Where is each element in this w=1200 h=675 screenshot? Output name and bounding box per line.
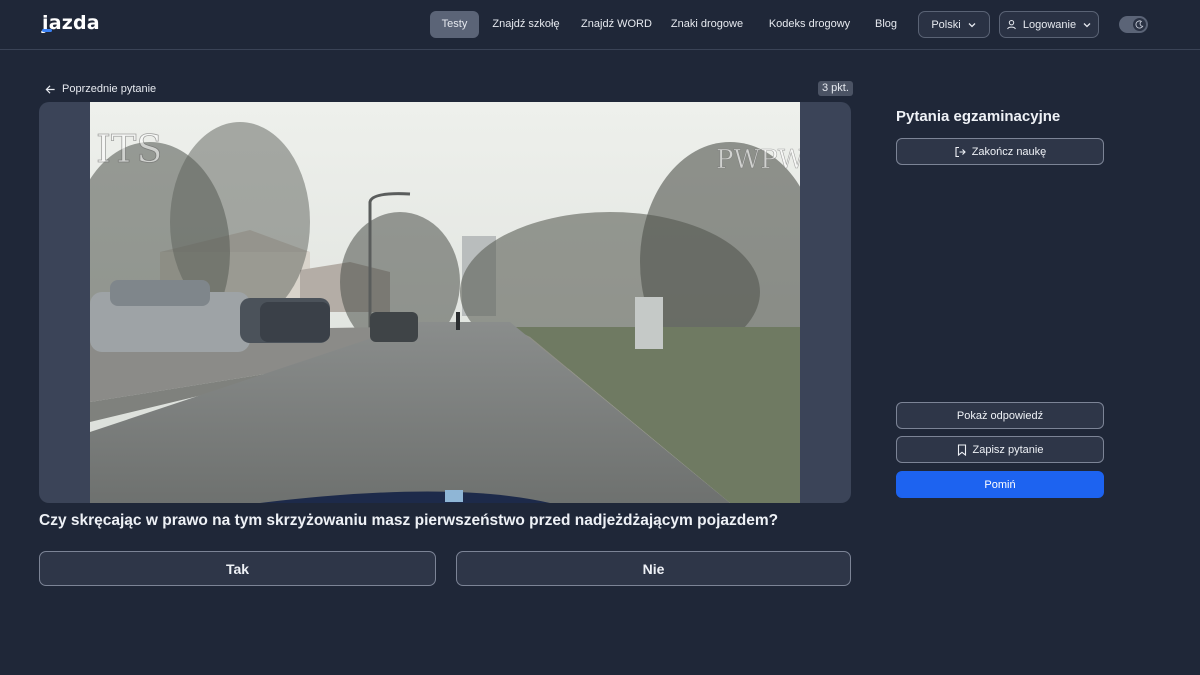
nav-item-find-school[interactable]: Znajdź szkołę bbox=[484, 11, 568, 38]
login-label: Logowanie bbox=[1022, 18, 1077, 31]
skip-label: Pomiń bbox=[984, 478, 1016, 491]
answer-yes-button[interactable]: Tak bbox=[39, 551, 436, 586]
answer-yes-label: Tak bbox=[225, 560, 250, 577]
previous-question-link[interactable]: Poprzednie pytanie bbox=[45, 81, 156, 97]
moon-icon bbox=[1135, 20, 1144, 29]
question-video[interactable]: ITS PWPW bbox=[90, 102, 800, 503]
save-question-label: Zapisz pytanie bbox=[972, 443, 1044, 456]
nav-item-find-word[interactable]: Znajdź WORD bbox=[575, 11, 658, 38]
finish-learning-button[interactable]: Zakończ naukę bbox=[896, 138, 1104, 165]
top-navigation-bar: jazda Testy Znajdź szkołę Znajdź WORD Zn… bbox=[0, 0, 1200, 50]
nav-item-blog[interactable]: Blog bbox=[870, 11, 902, 38]
login-dropdown[interactable]: Logowanie bbox=[999, 11, 1099, 38]
points-badge: 3 pkt. bbox=[818, 81, 853, 96]
save-question-button[interactable]: Zapisz pytanie bbox=[896, 436, 1104, 463]
chevron-down-icon bbox=[1083, 22, 1091, 27]
finish-learning-label: Zakończ naukę bbox=[971, 145, 1047, 158]
nav-item-road-signs[interactable]: Znaki drogowe bbox=[667, 11, 747, 38]
theme-toggle-knob bbox=[1133, 18, 1146, 31]
show-answer-label: Pokaż odpowiedź bbox=[956, 409, 1044, 422]
road-scene-image: ITS PWPW bbox=[90, 102, 800, 503]
skip-button[interactable]: Pomiń bbox=[896, 471, 1104, 498]
show-answer-button[interactable]: Pokaż odpowiedź bbox=[896, 402, 1104, 429]
previous-question-label: Poprzednie pytanie bbox=[62, 83, 157, 95]
question-text: Czy skręcając w prawo na tym skrzyżowani… bbox=[39, 512, 779, 529]
svg-text:PWPW: PWPW bbox=[716, 145, 800, 175]
svg-text:ITS: ITS bbox=[96, 127, 162, 171]
sidebar-title: Pytania egzaminacyjne bbox=[896, 108, 1061, 125]
answer-no-label: Nie bbox=[642, 560, 665, 577]
answer-no-button[interactable]: Nie bbox=[456, 551, 851, 586]
its-watermark: ITS bbox=[96, 127, 163, 172]
theme-toggle[interactable] bbox=[1119, 16, 1148, 33]
chevron-down-icon bbox=[968, 22, 976, 27]
logo-accent bbox=[42, 29, 52, 32]
exit-icon bbox=[955, 146, 966, 157]
bookmark-icon bbox=[957, 443, 966, 456]
nav-item-road-code[interactable]: Kodeks drogowy bbox=[761, 11, 858, 38]
question-media-frame: ITS PWPW bbox=[39, 102, 851, 503]
language-select[interactable]: Polski bbox=[918, 11, 990, 38]
pwpw-watermark: PWPW bbox=[716, 145, 800, 176]
language-label: Polski bbox=[931, 18, 961, 31]
user-icon bbox=[1007, 19, 1016, 30]
nav-item-testy[interactable]: Testy bbox=[430, 11, 479, 38]
arrow-left-icon bbox=[45, 84, 55, 94]
